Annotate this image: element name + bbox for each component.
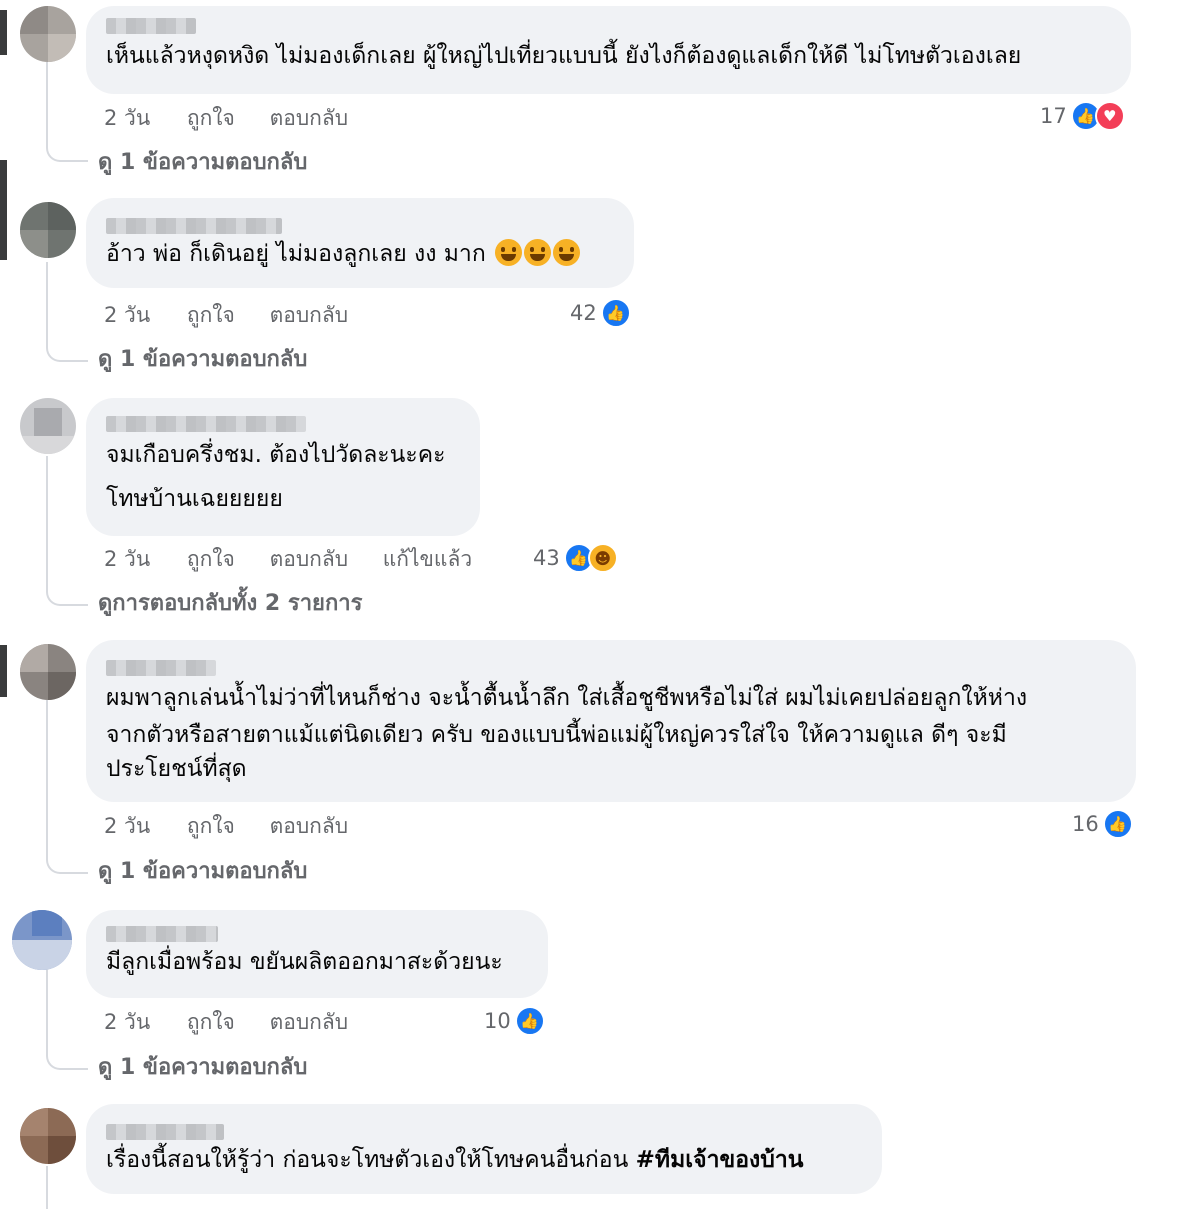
view-replies-link[interactable]: ดู 1 ข้อความตอบกลับ <box>98 344 307 376</box>
reaction-summary[interactable]: 16 👍 <box>1072 808 1133 840</box>
comment-bubble: จมเกือบครึ่งชม. ต้องไปวัดละนะคะ โทษบ้านเ… <box>86 398 480 536</box>
like-button[interactable]: ถูกใจ <box>187 1007 235 1037</box>
thread-edge-mark <box>0 160 7 260</box>
laughing-emoji-icon <box>553 239 581 266</box>
comment-text: เรื่องนี้สอนให้รู้ว่า ก่อนจะโทษตัวเองให้… <box>106 1142 862 1179</box>
comment-text: มีลูกเมื่อพร้อม ขยันผลิตออกมาสะด้วยนะ <box>106 949 503 975</box>
reaction-count: 42 <box>570 301 597 325</box>
comment-timestamp[interactable]: 2 วัน <box>104 544 150 574</box>
avatar[interactable] <box>20 1108 76 1164</box>
like-icon: 👍 <box>514 1006 545 1036</box>
blurred-author-name[interactable] <box>106 660 216 676</box>
comment-text-line: โทษบ้านเฉยยยยย <box>106 486 283 512</box>
reaction-summary[interactable]: 43 👍 ☻ <box>533 542 618 574</box>
reply-connector <box>46 574 88 606</box>
comment-timestamp[interactable]: 2 วัน <box>104 1007 150 1037</box>
avatar[interactable] <box>20 202 76 258</box>
comment-bubble: เรื่องนี้สอนให้รู้ว่า ก่อนจะโทษตัวเองให้… <box>86 1104 882 1194</box>
reaction-count: 17 <box>1040 104 1067 128</box>
reaction-summary[interactable]: 42 👍 <box>570 297 631 329</box>
comment-actions: 2 วัน ถูกใจ ตอบกลับ แก้ไขแล้ว <box>104 544 500 574</box>
edited-label: แก้ไขแล้ว <box>382 547 473 571</box>
reply-connector <box>46 330 88 362</box>
reply-connector <box>46 1038 88 1070</box>
love-icon: ♥ <box>1094 101 1125 131</box>
comment-text: เห็นแล้วหงุดหงิด ไม่มองเด็กเลย ผู้ใหญ่ไป… <box>106 43 1022 69</box>
view-replies-link[interactable]: ดู 1 ข้อความตอบกลับ <box>98 147 307 179</box>
view-replies-link[interactable]: ดู 1 ข้อความตอบกลับ <box>98 1052 307 1084</box>
avatar[interactable] <box>20 6 76 62</box>
comment-bubble: ผมพาลูกเล่นน้ำไม่ว่าที่ไหนก็ช่าง จะน้ำตื… <box>86 640 1136 802</box>
reply-button[interactable]: ตอบกลับ <box>270 103 349 133</box>
comment-text-line: จมเกือบครึ่งชม. ต้องไปวัดละนะคะ <box>106 442 446 468</box>
comment-bubble: อ้าว พ่อ ก็เดินอยู่ ไม่มองลูกเลย งง มาก <box>86 198 634 288</box>
comment-timestamp[interactable]: 2 วัน <box>104 103 150 133</box>
thread-edge-mark <box>0 10 7 55</box>
avatar[interactable] <box>20 398 76 454</box>
reply-connector <box>46 842 88 874</box>
comment-actions: 2 วัน ถูกใจ ตอบกลับ <box>104 103 376 133</box>
blurred-author-name[interactable] <box>106 1124 224 1140</box>
reaction-count: 10 <box>484 1009 511 1033</box>
reply-button[interactable]: ตอบกลับ <box>270 300 349 330</box>
laughing-emoji-icon <box>495 239 523 266</box>
blurred-author-name[interactable] <box>106 926 218 942</box>
haha-icon: ☻ <box>587 543 618 573</box>
reply-button[interactable]: ตอบกลับ <box>270 544 349 574</box>
comment-timestamp[interactable]: 2 วัน <box>104 300 150 330</box>
comment-actions: 2 วัน ถูกใจ ตอบกลับ <box>104 811 376 841</box>
reaction-count: 16 <box>1072 812 1099 836</box>
reply-thread-line <box>46 1166 48 1209</box>
comment-actions: 2 วัน ถูกใจ ตอบกลับ <box>104 300 376 330</box>
blurred-author-name[interactable] <box>106 218 282 234</box>
comment-bubble: เห็นแล้วหงุดหงิด ไม่มองเด็กเลย ผู้ใหญ่ไป… <box>86 6 1131 94</box>
comment-bubble: มีลูกเมื่อพร้อม ขยันผลิตออกมาสะด้วยนะ <box>86 910 548 998</box>
reply-button[interactable]: ตอบกลับ <box>270 811 349 841</box>
view-replies-link[interactable]: ดู 1 ข้อความตอบกลับ <box>98 856 307 888</box>
reaction-summary[interactable]: 10 👍 <box>484 1005 545 1037</box>
comment-text-line: ผมพาลูกเล่นน้ำไม่ว่าที่ไหนก็ช่าง จะน้ำตื… <box>106 685 1028 711</box>
like-icon: 👍 <box>600 298 631 328</box>
blurred-author-name[interactable] <box>106 416 306 432</box>
laughing-emoji-icon <box>524 239 552 266</box>
avatar[interactable] <box>20 644 76 700</box>
reply-connector <box>46 130 88 162</box>
reaction-count: 43 <box>533 546 560 570</box>
comment-text-content: เรื่องนี้สอนให้รู้ว่า ก่อนจะโทษตัวเองให้… <box>106 1147 636 1173</box>
comment-text-line: จากตัวหรือสายตาแม้แต่นิดเดียว ครับ ของแบ… <box>106 722 1007 748</box>
like-button[interactable]: ถูกใจ <box>187 811 235 841</box>
comment-timestamp[interactable]: 2 วัน <box>104 811 150 841</box>
reply-thread-line <box>46 456 48 588</box>
like-button[interactable]: ถูกใจ <box>187 544 235 574</box>
like-button[interactable]: ถูกใจ <box>187 103 235 133</box>
view-replies-link[interactable]: ดูการตอบกลับทั้ง 2 รายการ <box>98 588 362 620</box>
reply-button[interactable]: ตอบกลับ <box>270 1007 349 1037</box>
comment-text: อ้าว พ่อ ก็เดินอยู่ ไม่มองลูกเลย งง มาก <box>106 236 614 273</box>
thread-edge-mark <box>0 645 7 697</box>
like-icon: 👍 <box>1102 809 1133 839</box>
comment-text-line: ประโยชน์ที่สุด <box>106 756 247 782</box>
comment-actions: 2 วัน ถูกใจ ตอบกลับ <box>104 1007 376 1037</box>
hashtag-link[interactable]: #ทีมเจ้าของบ้าน <box>636 1147 804 1173</box>
comment-text-content: อ้าว พ่อ ก็เดินอยู่ ไม่มองลูกเลย งง มาก <box>106 241 486 267</box>
avatar[interactable] <box>12 910 72 970</box>
blurred-author-name[interactable] <box>106 18 196 34</box>
reaction-summary[interactable]: 17 👍 ♥ <box>1040 100 1125 132</box>
reply-thread-line <box>46 700 48 856</box>
like-button[interactable]: ถูกใจ <box>187 300 235 330</box>
